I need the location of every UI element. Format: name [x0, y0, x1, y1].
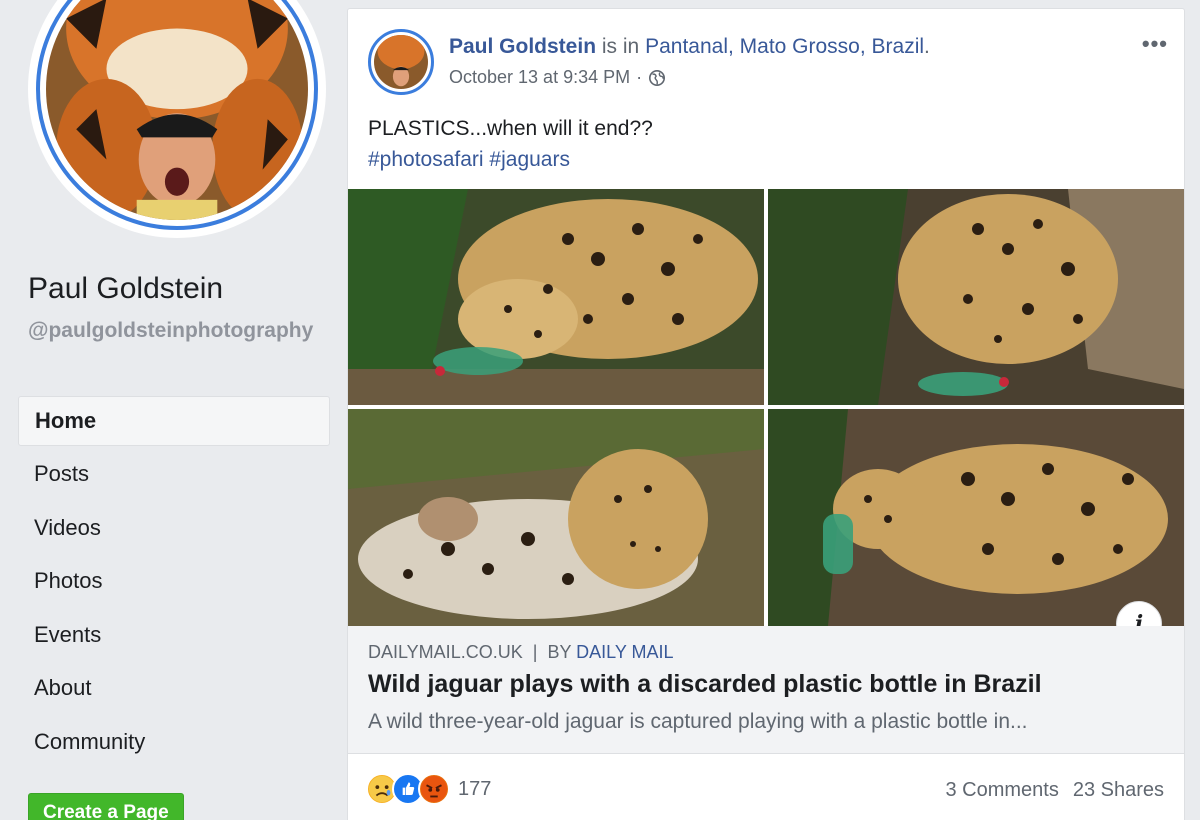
link-divider: | — [532, 642, 538, 662]
angry-reaction-icon — [418, 773, 450, 805]
shares-count[interactable]: 23 Shares — [1073, 779, 1164, 802]
location-link[interactable]: Pantanal, Mato Grosso, Brazil — [645, 35, 924, 58]
post-meta: October 13 at 9:34 PM · — [449, 67, 666, 88]
link-domain: DAILYMAIL.CO.UK — [368, 642, 523, 662]
jaguar-photo-2[interactable] — [768, 189, 1184, 405]
photo-grid[interactable] — [348, 189, 1184, 626]
page-sidebar: Paul Goldstein @paulgoldsteinphotography… — [0, 0, 340, 820]
nav-item-events[interactable]: Events — [18, 610, 330, 664]
is-in-text: is in — [601, 35, 640, 58]
more-options-icon[interactable]: ••• — [1142, 31, 1168, 57]
reaction-count[interactable]: 177 — [458, 778, 491, 801]
link-publisher[interactable]: DAILY MAIL — [576, 642, 673, 662]
jaguar-photo-4[interactable] — [768, 409, 1184, 626]
link-preview[interactable]: DAILYMAIL.CO.UK | BY DAILY MAIL Wild jag… — [348, 626, 1184, 754]
post-hashtags[interactable]: #photosafari #jaguars — [368, 144, 653, 175]
post-card: Paul Goldstein is in Pantanal, Mato Gros… — [347, 8, 1185, 820]
nav-item-about[interactable]: About — [18, 663, 330, 717]
post-footer: 177 3 Comments 23 Shares — [348, 769, 1184, 809]
post-message: PLASTICS...when will it end?? #photosafa… — [368, 113, 653, 175]
nav-item-photos[interactable]: Photos — [18, 556, 330, 610]
post-header: Paul Goldstein is in Pantanal, Mato Gros… — [449, 35, 930, 59]
jaguar-photo-3[interactable] — [348, 409, 764, 626]
nav-item-home[interactable]: Home — [18, 396, 330, 446]
page-nav: Home Posts Videos Photos Events About Co… — [18, 396, 330, 770]
link-source: DAILYMAIL.CO.UK | BY DAILY MAIL — [368, 642, 674, 663]
nav-item-videos[interactable]: Videos — [18, 503, 330, 557]
link-by-prefix: BY — [547, 642, 572, 662]
nav-item-community[interactable]: Community — [18, 717, 330, 771]
page-name[interactable]: Paul Goldstein — [28, 272, 223, 306]
author-avatar-photo — [374, 35, 428, 89]
location-period: . — [924, 35, 930, 58]
create-page-button[interactable]: Create a Page — [28, 793, 184, 820]
reactions-summary[interactable]: 177 — [366, 773, 491, 805]
link-description: A wild three-year-old jaguar is captured… — [368, 710, 1028, 733]
comments-count[interactable]: 3 Comments — [945, 779, 1058, 802]
globe-icon[interactable] — [648, 69, 666, 87]
author-name-link[interactable]: Paul Goldstein — [449, 35, 596, 58]
link-title[interactable]: Wild jaguar plays with a discarded plast… — [368, 670, 1042, 699]
post-text: PLASTICS...when will it end?? — [368, 117, 653, 140]
nav-item-posts[interactable]: Posts — [18, 449, 330, 503]
profile-photo — [46, 0, 308, 220]
meta-separator: · — [636, 67, 643, 87]
engagement-stats: 3 Comments 23 Shares — [945, 779, 1164, 802]
jaguar-photo-1[interactable] — [348, 189, 764, 405]
profile-picture[interactable] — [28, 0, 326, 238]
post-timestamp[interactable]: October 13 at 9:34 PM — [449, 67, 630, 88]
page-handle[interactable]: @paulgoldsteinphotography — [28, 318, 328, 344]
profile-ring — [36, 0, 318, 230]
author-avatar[interactable] — [368, 29, 434, 95]
